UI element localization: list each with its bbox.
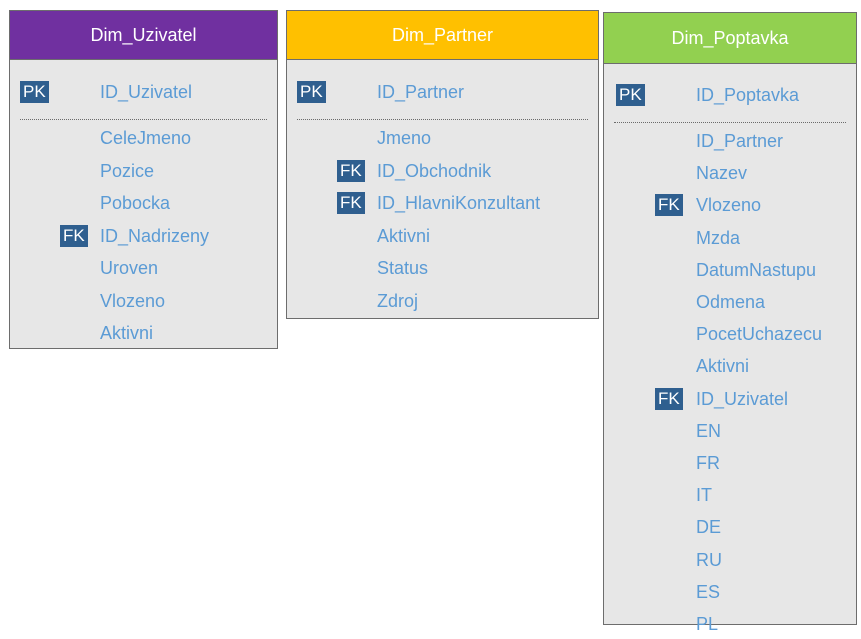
field-row-odmena: Odmena [604,287,856,317]
field-name: DatumNastupu [696,259,817,280]
table-dim-poptavka: Dim_Poptavka PK ID_Poptavka ID_Partner Na… [603,12,857,634]
field-name: Pobocka [100,193,171,213]
field-name: Aktivni [377,225,431,246]
field-row-fr: FR [604,448,856,478]
fk-badge: FK [337,192,365,214]
field-name: Vlozeno [696,195,762,216]
fk-badge: FK [337,159,365,182]
field-row-de: DE [604,512,856,542]
fk-badge: FK [655,194,683,217]
field-name: PocetUchazecu [696,324,823,345]
field-row-jmeno: Jmeno [287,123,598,153]
pk-row: PK ID_Partner [287,77,598,107]
pk-separator [20,119,267,120]
field-row-aktivni: Aktivni [604,351,856,381]
pk-field: ID_Uzivatel [100,82,193,102]
field-name: Uroven [100,258,159,278]
field-row-es: ES [604,577,856,607]
field-row-en: EN [604,416,856,446]
table-header-dim-partner: Dim_Partner [287,11,598,60]
field-name: Pozice [100,160,155,181]
field-name: RU [696,549,722,570]
pk-badge: PK [20,81,49,103]
fk-badge: FK [60,224,88,247]
field-name: Vlozeno [100,290,166,311]
field-name: FR [696,453,720,473]
field-row-pocetuchazecu: PocetUchazecu [604,319,856,349]
field-name: Zdroj [377,290,419,311]
pk-field: ID_Poptavka [696,85,800,105]
table-dim-partner: Dim_Partner PK ID_Partner Jmeno FK ID_Obch… [286,10,599,319]
field-row-id-nadrizeny: FK ID_Nadrizeny [10,221,277,251]
field-row-zdroj: Zdroj [287,286,598,316]
field-name: IT [696,485,712,506]
field-name: Aktivni [100,323,154,343]
field-name: ES [696,581,721,602]
field-name: Jmeno [377,128,432,148]
field-row-aktivni: Aktivni [287,221,598,251]
field-name: Status [377,258,429,278]
field-row-status: Status [287,253,598,283]
table-header-dim-poptavka: Dim_Poptavka [604,13,856,64]
field-row-vlozeno: Vlozeno [10,286,277,316]
field-name: Mzda [696,227,741,248]
field-row-mzda: Mzda [604,223,856,253]
field-name: PL [696,614,719,634]
pk-separator [297,119,588,120]
pk-row: PK ID_Uzivatel [10,77,277,107]
field-name: Odmena [696,292,766,312]
field-row-id-hlavnikonzultant: FK ID_HlavniKonzultant [287,188,598,218]
field-row-id-obchodnik: FK ID_Obchodnik [287,156,598,186]
field-row-id-partner: ID_Partner [604,126,856,156]
field-name: ID_Partner [696,131,784,151]
field-name: ID_HlavniKonzultant [377,193,541,213]
field-name: Aktivni [696,356,750,377]
field-name: ID_Nadrizeny [100,225,210,246]
pk-badge: PK [616,84,645,106]
table-dim-uzivatel: Dim_Uzivatel PK ID_Uzivatel CeleJmeno Poz… [9,10,278,349]
field-row-it: IT [604,480,856,510]
pk-separator [614,122,846,123]
field-name: ID_Uzivatel [696,388,789,409]
field-row-celejmeno: CeleJmeno [10,123,277,153]
field-name: ID_Obchodnik [377,160,492,181]
fk-badge: FK [655,387,683,410]
field-name: CeleJmeno [100,128,192,148]
field-row-pobocka: Pobocka [10,188,277,218]
pk-badge: PK [297,81,326,103]
field-row-datumnastupu: DatumNastupu [604,255,856,285]
field-row-nazev: Nazev [604,158,856,188]
table-header-dim-uzivatel: Dim_Uzivatel [10,11,277,60]
pk-row: PK ID_Poptavka [604,80,856,110]
field-name: Nazev [696,163,748,184]
field-row-pozice: Pozice [10,156,277,186]
field-name: DE [696,517,722,538]
field-row-vlozeno: FK Vlozeno [604,190,856,220]
field-row-uroven: Uroven [10,253,277,283]
pk-field: ID_Partner [377,82,465,102]
field-row-ru: RU [604,545,856,575]
field-row-pl: PL [604,609,856,639]
field-row-id-uzivatel: FK ID_Uzivatel [604,384,856,414]
field-row-aktivni: Aktivni [10,318,277,348]
field-name: EN [696,420,722,441]
